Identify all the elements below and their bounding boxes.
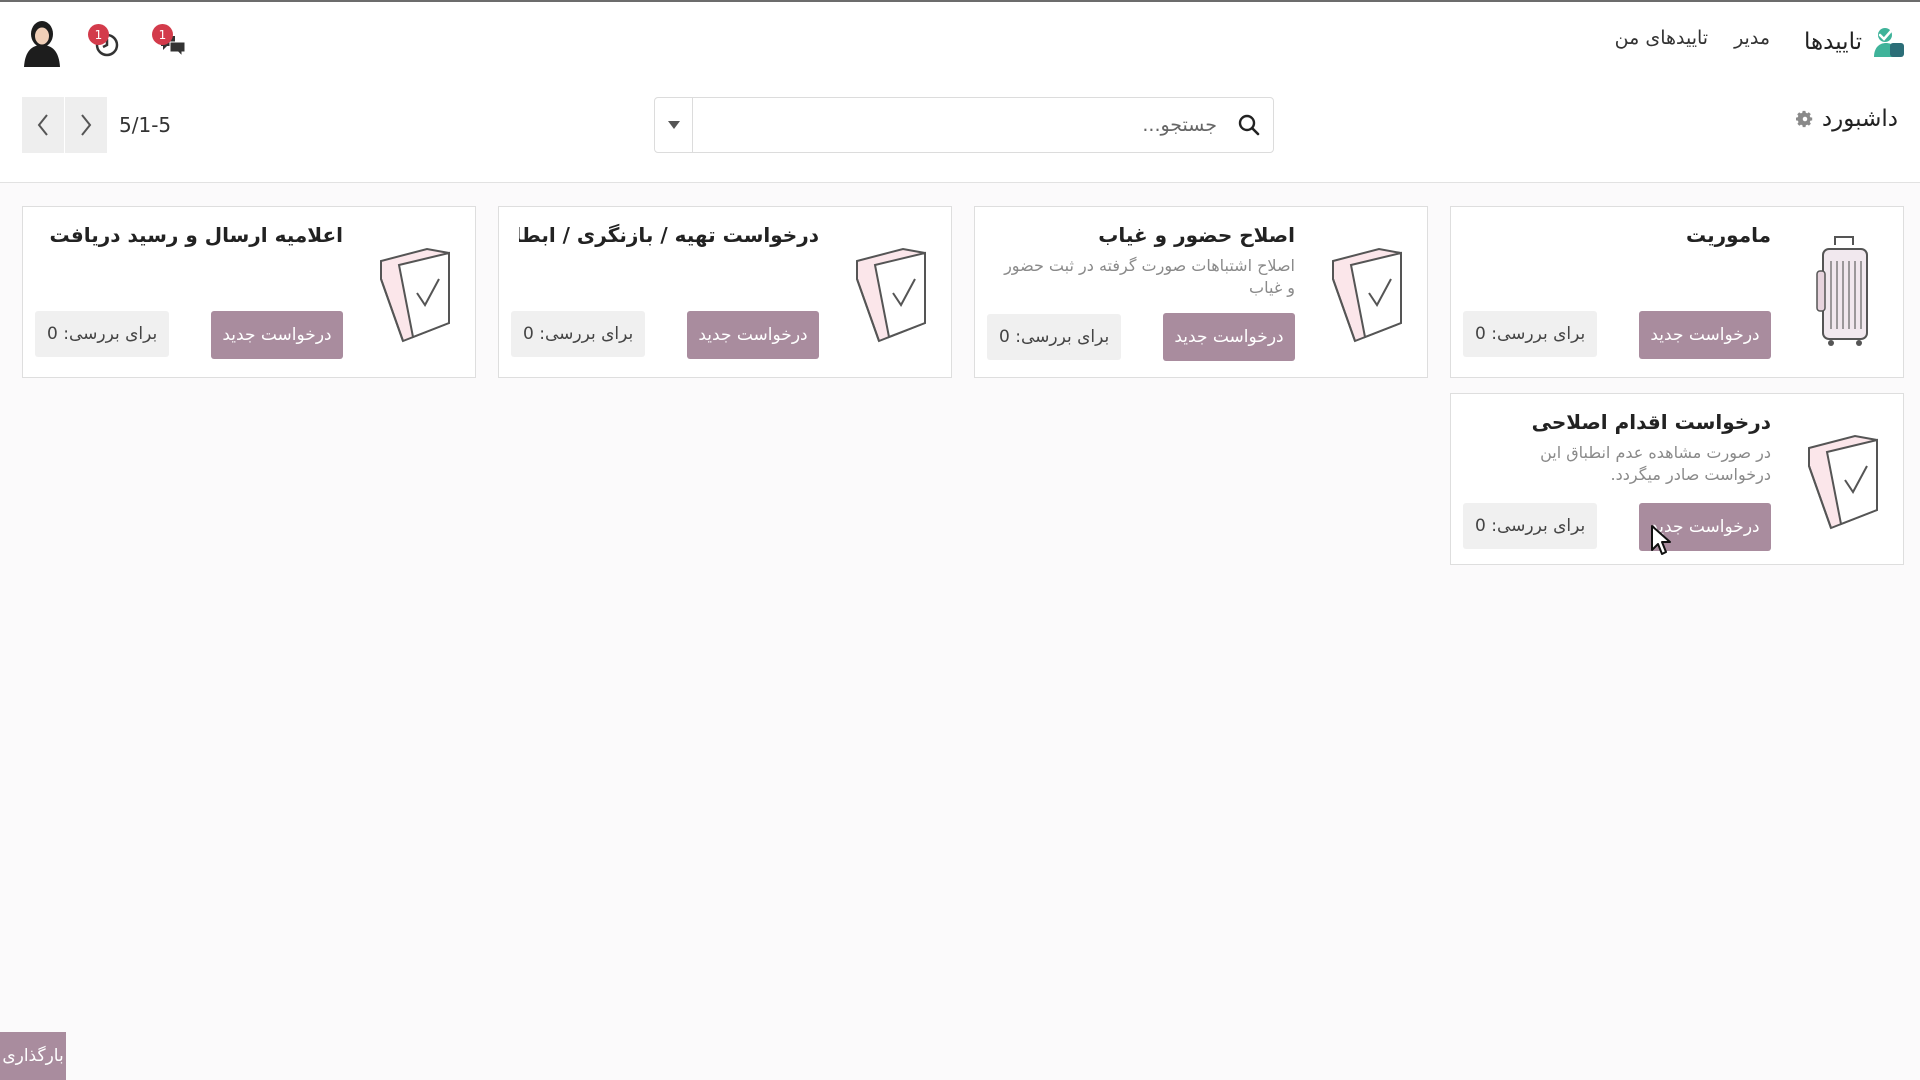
chevron-left-icon (37, 114, 48, 136)
new-request-button[interactable]: درخواست جدید (687, 311, 819, 359)
folder-check-icon (856, 247, 926, 343)
search-input[interactable] (693, 98, 1225, 152)
messaging-menu[interactable]: 1 (152, 22, 192, 62)
activity-menu[interactable]: 1 (88, 22, 128, 62)
messages-counter-badge: 1 (152, 24, 173, 45)
pager-previous-button[interactable] (22, 97, 64, 153)
card-title: درخواست تهیه / بازنگری / ابطال م... (519, 223, 819, 247)
category-card-attendance-correction[interactable]: اصلاح حضور و غیاب اصلاح اشتباهات صورت گر… (974, 206, 1428, 378)
card-body: درخواست تهیه / بازنگری / ابطال م... (519, 223, 819, 247)
menu-item-my-approvals[interactable]: تاییدهای من (1615, 27, 1708, 49)
new-request-button[interactable]: درخواست جدید (211, 311, 343, 359)
top-navbar: تاییدها تاییدهای من مدیر 1 1 (0, 2, 1920, 80)
search-icon[interactable] (1225, 98, 1273, 152)
folder-check-icon (1808, 434, 1878, 530)
to-review-count[interactable]: برای بررسی: 0 (35, 311, 170, 357)
card-title: درخواست اقدام اصلاحی (1531, 410, 1771, 434)
category-card-document-request[interactable]: درخواست تهیه / بازنگری / ابطال م... درخو… (498, 206, 952, 378)
pager: 5/1-5 (22, 97, 171, 153)
activity-counter-badge: 1 (88, 24, 109, 45)
card-body: اصلاح حضور و غیاب اصلاح اشتباهات صورت گر… (995, 223, 1295, 298)
page-title: داشبورد (1821, 106, 1898, 132)
systray: 1 1 (20, 16, 192, 68)
card-body: ماموریت (1471, 223, 1771, 247)
caret-down-icon (667, 121, 680, 129)
control-panel: داشبورد 5/1- (0, 80, 1920, 183)
card-title: اعلامیه ارسال و رسید دریافت (49, 223, 343, 247)
mouse-cursor-icon (1651, 525, 1671, 555)
pager-value[interactable]: 5/1-5 (119, 113, 171, 137)
card-title: ماموریت (1685, 223, 1771, 247)
category-card-shipment-notice[interactable]: اعلامیه ارسال و رسید دریافت درخواست جدید… (22, 206, 476, 378)
pager-next-button[interactable] (65, 97, 107, 153)
to-review-count[interactable]: برای بررسی: 0 (1463, 503, 1598, 549)
app-brand[interactable]: تاییدها (1804, 24, 1906, 60)
magnifier-glyph (1238, 114, 1260, 136)
approvals-app-icon (1874, 28, 1904, 57)
load-button[interactable]: بارگذاری (0, 1032, 66, 1080)
app-title: تاییدها (1804, 29, 1862, 55)
to-review-count[interactable]: برای بررسی: 0 (1463, 311, 1598, 357)
new-request-button[interactable]: درخواست جدید (1163, 313, 1295, 361)
to-review-count[interactable]: برای بررسی: 0 (511, 311, 646, 357)
category-card-mission[interactable]: ماموریت درخواست جدید برای بررسی: 0 (1450, 206, 1904, 378)
to-review-count[interactable]: برای بررسی: 0 (987, 314, 1122, 360)
new-request-button[interactable]: درخواست جدید (1639, 311, 1771, 359)
category-card-corrective-action[interactable]: درخواست اقدام اصلاحی در صورت مشاهده عدم … (1450, 393, 1904, 565)
chevron-right-icon (81, 114, 92, 136)
breadcrumb: داشبورد (1795, 106, 1898, 132)
card-description: در صورت مشاهده عدم انطباق این درخواست صا… (1540, 443, 1771, 484)
card-body: اعلامیه ارسال و رسید دریافت (43, 223, 343, 247)
folder-check-icon (380, 247, 450, 343)
main-menu: تاییدهای من مدیر (1615, 27, 1770, 49)
card-body: درخواست اقدام اصلاحی در صورت مشاهده عدم … (1471, 410, 1771, 485)
search-options-toggle[interactable] (655, 98, 693, 152)
folder-check-icon (1332, 247, 1402, 343)
suitcase-icon (1816, 236, 1868, 346)
gear-icon[interactable] (1795, 110, 1814, 128)
card-title: اصلاح حضور و غیاب (1098, 223, 1295, 247)
card-description: اصلاح اشتباهات صورت گرفته در ثبت حضور و … (1004, 256, 1295, 297)
search-bar (654, 97, 1274, 153)
menu-item-manager[interactable]: مدیر (1734, 27, 1770, 49)
kanban-view: ماموریت درخواست جدید برای بررسی: 0 اصلاح… (0, 184, 1920, 1064)
user-avatar[interactable] (20, 17, 64, 67)
